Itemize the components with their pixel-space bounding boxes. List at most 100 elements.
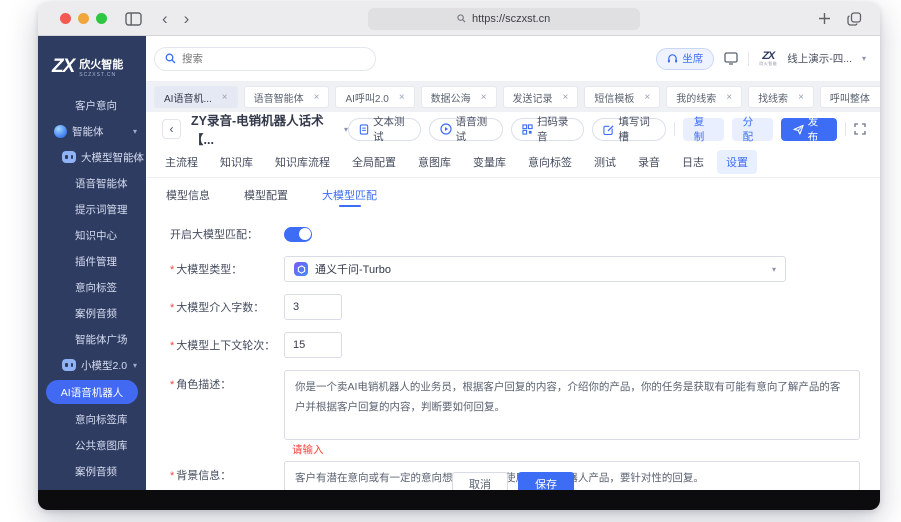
search-box[interactable]: [154, 46, 376, 71]
workspace-tab[interactable]: 我的线索 ×: [666, 86, 743, 108]
sidebar-item-knowledge-center[interactable]: 知识中心: [38, 222, 146, 248]
field-label-model-type: * 大模型类型：: [162, 261, 284, 277]
sidebar-item-agent-plaza[interactable]: 智能体广场: [38, 326, 146, 352]
nav-tab-knowledge-flow[interactable]: 知识库流程: [266, 150, 339, 174]
tab-label: 语音智能体: [253, 93, 304, 105]
sidebar-item-prompt-management[interactable]: 提示词管理: [38, 196, 146, 222]
window-bottom-strip: [38, 490, 880, 510]
scan-record-button[interactable]: 扫码录音: [510, 116, 585, 143]
text-test-button[interactable]: 文本测试: [348, 116, 421, 143]
sidebar-toggle-icon[interactable]: [125, 11, 142, 26]
subtab-model-info[interactable]: 模型信息: [166, 178, 210, 212]
tab-label: AI语音机...: [164, 93, 212, 105]
tab-label: 短信模板: [594, 93, 635, 105]
sidebar-item-label: 意向标签: [75, 281, 117, 294]
close-icon[interactable]: ×: [644, 92, 650, 103]
nav-tab-knowledge[interactable]: 知识库: [211, 150, 262, 174]
sidebar-item-plugin-management[interactable]: 插件管理: [38, 248, 146, 274]
workspace-tab[interactable]: 数据公海 ×: [420, 86, 497, 108]
workspace-tab[interactable]: 短信模板 ×: [584, 86, 661, 108]
nav-tab-recording[interactable]: 录音: [629, 150, 669, 174]
close-icon[interactable]: ×: [399, 92, 405, 103]
nav-tab-log[interactable]: 日志: [673, 150, 713, 174]
subtab-model-config[interactable]: 模型配置: [244, 178, 288, 212]
seat-button[interactable]: 坐席: [656, 47, 715, 70]
cancel-button[interactable]: 取消: [452, 472, 508, 490]
voice-test-button[interactable]: 语音测试: [428, 116, 503, 143]
button-label: 复制: [693, 116, 705, 143]
sidebar-item-label: 插件管理: [75, 255, 117, 268]
workspace-tab[interactable]: 找线索 ×: [748, 86, 814, 108]
sidebar-item-public-intent-library[interactable]: 公共意图库: [38, 432, 146, 458]
sidebar-item-small-model-group[interactable]: 小模型2.0 ▾: [38, 352, 146, 378]
fill-slot-button[interactable]: 填写词槽: [592, 116, 666, 143]
close-window-button[interactable]: [60, 13, 71, 24]
subtab-llm-match[interactable]: 大模型匹配: [322, 178, 377, 212]
model-type-select[interactable]: 通义千问-Turbo ▾: [284, 256, 786, 282]
sidebar-item-agent-group[interactable]: 智能体 ▾: [38, 118, 146, 144]
sidebar-item-intent-tags[interactable]: 意向标签: [38, 274, 146, 300]
model-type-value: 通义千问-Turbo: [315, 264, 391, 276]
robot-icon: [62, 151, 76, 163]
sidebar-item-intent-tag-library[interactable]: 意向标签库: [38, 406, 146, 432]
nav-tab-intent-tags[interactable]: 意向标签: [519, 150, 581, 174]
button-label: 语音测试: [455, 116, 488, 143]
sidebar-item-customer-intent[interactable]: 客户意向: [38, 92, 146, 118]
document-icon: [359, 123, 369, 135]
save-button[interactable]: 保存: [518, 472, 574, 490]
close-icon[interactable]: ×: [798, 92, 804, 103]
nav-tab-intent-library[interactable]: 意图库: [409, 150, 460, 174]
monitor-icon[interactable]: [724, 52, 738, 65]
chevron-down-icon: ▾: [132, 126, 137, 136]
publish-button[interactable]: 发布: [780, 116, 838, 143]
sidebar-item-voice-agent[interactable]: 语音智能体: [38, 170, 146, 196]
role-description-textarea[interactable]: 你是一个卖AI电销机器人的业务员，根据客户回复的内容，介绍你的产品，你的任务是获…: [284, 370, 860, 440]
workspace-tab[interactable]: 发送记录 ×: [502, 86, 579, 108]
sidebar-item-case-audio[interactable]: 案例音频: [38, 300, 146, 326]
fullscreen-icon[interactable]: [854, 123, 866, 135]
tab-overview-icon[interactable]: [847, 11, 862, 26]
close-icon[interactable]: ×: [314, 92, 320, 103]
nav-tab-main-flow[interactable]: 主流程: [156, 150, 207, 174]
button-label: 扫码录音: [536, 116, 569, 143]
account-name[interactable]: 线上演示-四...: [787, 51, 852, 66]
zoom-window-button[interactable]: [96, 13, 107, 24]
assign-button[interactable]: 分配: [731, 116, 773, 143]
url-bar[interactable]: https://sczxst.cn: [367, 7, 640, 30]
required-mark: *: [170, 379, 175, 391]
sidebar-item-ai-voice-robot[interactable]: AI语音机器人: [46, 380, 138, 404]
sidebar-item-case-audio-2[interactable]: 案例音频: [38, 458, 146, 484]
chevron-down-icon[interactable]: ▾: [862, 54, 866, 63]
validation-error-text: 请输入: [292, 444, 324, 456]
url-text: https://sczxst.cn: [472, 12, 551, 25]
workspace-tab[interactable]: AI语音机... ×: [154, 86, 238, 108]
copy-button[interactable]: 复制: [682, 116, 724, 143]
sidebar-item-llm-agent-group[interactable]: 大模型智能体 ▾: [38, 144, 146, 170]
mini-logo-sub: 欣火智能: [759, 61, 778, 66]
nav-tab-test[interactable]: 测试: [585, 150, 625, 174]
search-input[interactable]: [182, 52, 332, 65]
close-icon[interactable]: ×: [481, 92, 487, 103]
back-button[interactable]: ‹: [162, 119, 182, 139]
intervene-words-input[interactable]: [284, 294, 342, 320]
nav-tab-settings[interactable]: 设置: [717, 149, 757, 174]
forward-icon[interactable]: ›: [184, 10, 190, 27]
context-rounds-input[interactable]: [284, 332, 342, 358]
close-icon[interactable]: ×: [726, 92, 732, 103]
workspace-tab[interactable]: 语音智能体 ×: [243, 86, 330, 108]
settings-content: 模型信息 模型配置 大模型匹配 开启大模型匹配： * 大模型类型： 通义千问-Tu…: [146, 178, 880, 490]
close-icon[interactable]: ×: [222, 92, 228, 103]
workspace-tab[interactable]: AI呼叫2.0 ×: [335, 86, 415, 108]
new-tab-icon[interactable]: [818, 12, 831, 25]
workspace-tab[interactable]: 呼叫整体×: [819, 86, 880, 108]
sidebar-item-label: 小模型2.0: [81, 359, 128, 372]
field-label-intervene-words: * 大模型介入字数：: [162, 299, 284, 315]
close-icon[interactable]: ×: [563, 92, 569, 103]
minimize-window-button[interactable]: [78, 13, 89, 24]
back-icon[interactable]: ‹: [162, 10, 168, 27]
tab-label: AI呼叫2.0: [345, 93, 389, 105]
llm-match-toggle[interactable]: [284, 226, 312, 242]
nav-tab-global-config[interactable]: 全局配置: [343, 150, 405, 174]
nav-tab-variable-library[interactable]: 变量库: [464, 150, 515, 174]
label-text: 角色描述：: [176, 379, 232, 391]
